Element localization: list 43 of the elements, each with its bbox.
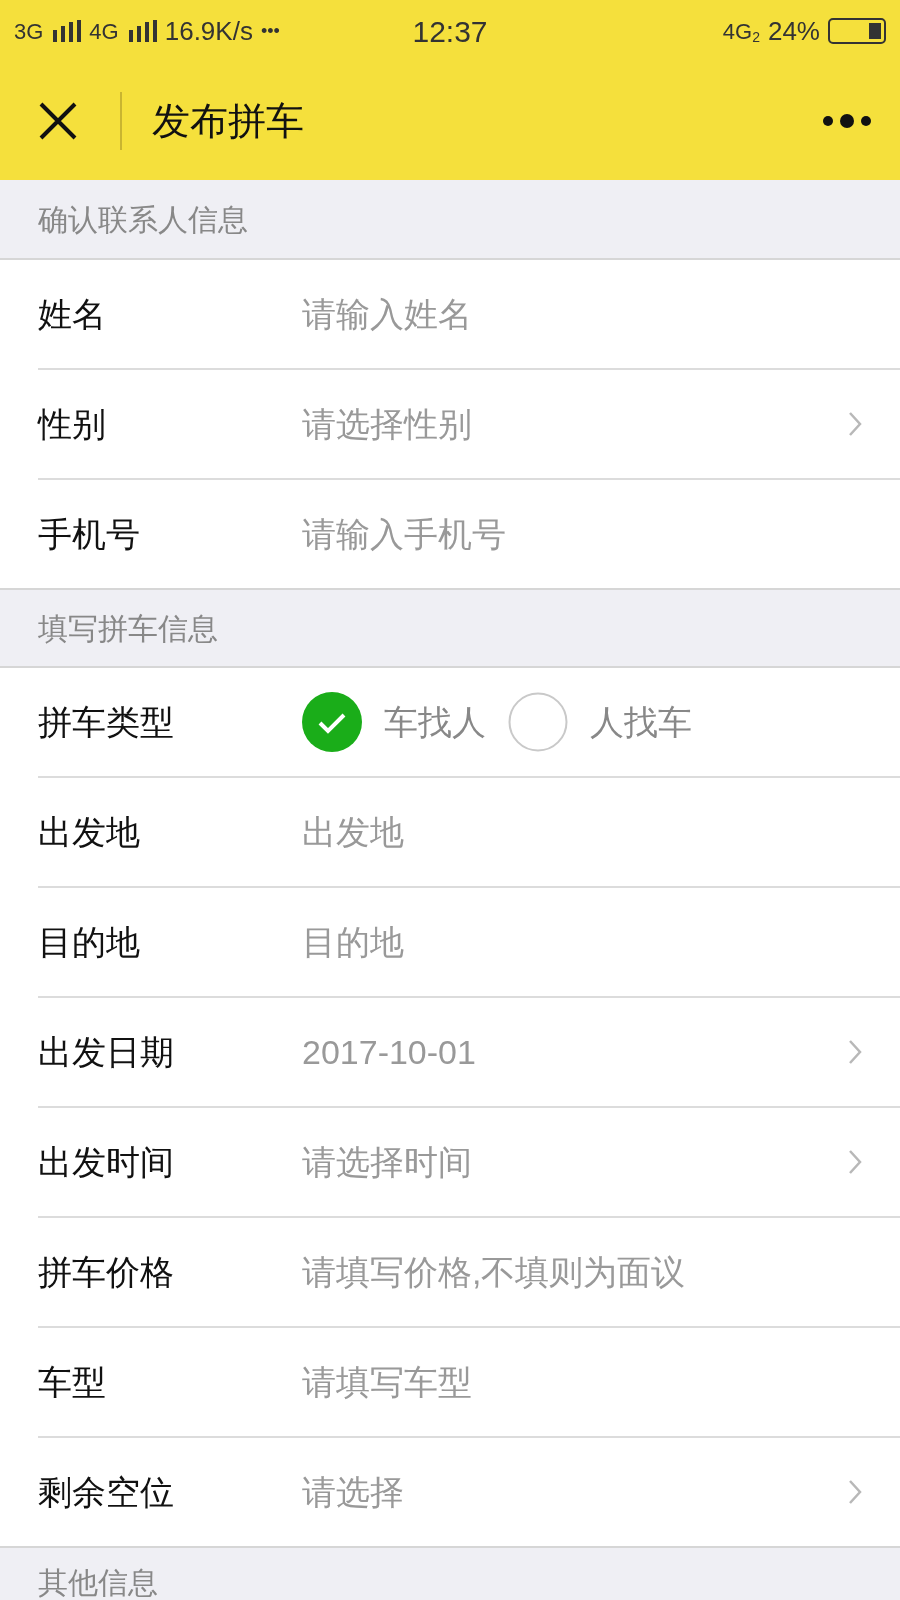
chevron-right-icon <box>848 1039 862 1065</box>
more-indicator: ••• <box>260 19 280 43</box>
section-header: 确认联系人信息 <box>38 201 248 238</box>
text-field[interactable]: 请输入姓名 <box>302 288 900 340</box>
close-icon[interactable] <box>38 101 78 141</box>
section-header: 其他信息 <box>38 1565 158 1600</box>
field-label: 出发日期 <box>38 1031 175 1073</box>
text-field[interactable]: 目的地 <box>302 916 900 968</box>
chevron-right-icon <box>848 411 862 437</box>
select-field[interactable]: 2017-10-01 <box>302 1026 900 1078</box>
network-type: 3G <box>14 17 44 46</box>
text-field[interactable]: 请填写车型 <box>302 1356 900 1408</box>
radio-option[interactable]: 人找车 <box>508 692 692 752</box>
signal-icon <box>126 20 157 42</box>
more-icon[interactable] <box>822 114 872 128</box>
page-title: 发布拼车 <box>152 98 305 144</box>
network-speed: 16.9K/s <box>164 14 253 48</box>
field-label: 出发时间 <box>38 1141 175 1183</box>
radio-option[interactable]: 车找人 <box>302 692 486 752</box>
field-label: 拼车类型 <box>38 701 175 743</box>
battery-icon <box>828 18 886 44</box>
select-field[interactable]: 请选择性别 <box>302 398 900 450</box>
field-label: 车型 <box>38 1361 107 1403</box>
clock: 12:37 <box>411 13 489 50</box>
network-type: 4G$_{2}$ <box>722 17 760 47</box>
text-field[interactable]: 出发地 <box>302 806 900 858</box>
chevron-right-icon <box>848 1149 862 1175</box>
field-label: 剩余空位 <box>38 1471 175 1513</box>
field-label: 性别 <box>38 403 107 445</box>
network-type: 4G <box>89 17 119 46</box>
battery-percent: 24% <box>767 14 820 48</box>
field-label: 手机号 <box>38 513 141 555</box>
chevron-right-icon <box>848 1479 862 1505</box>
text-field[interactable]: 请填写价格,不填则为面议 <box>302 1246 900 1298</box>
field-label: 出发地 <box>38 811 141 853</box>
text-field[interactable]: 请输入手机号 <box>302 508 900 560</box>
section-header: 填写拼车信息 <box>38 610 218 647</box>
select-field[interactable]: 请选择 <box>302 1466 900 1518</box>
signal-icon <box>51 20 82 42</box>
field-label: 拼车价格 <box>38 1251 175 1293</box>
select-field[interactable]: 请选择时间 <box>302 1136 900 1188</box>
field-label: 姓名 <box>38 293 107 335</box>
field-label: 目的地 <box>38 921 141 963</box>
